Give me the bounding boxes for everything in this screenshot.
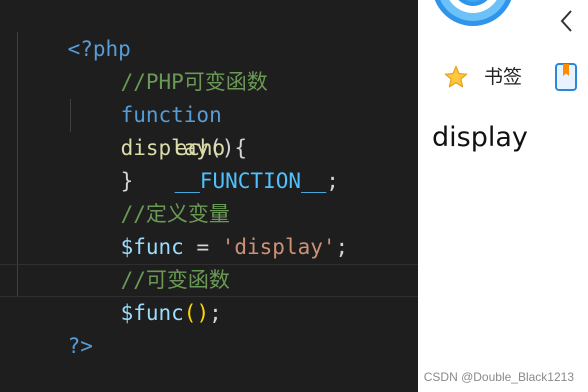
open-brace: { <box>234 136 248 160</box>
watermark: CSDN @Double_Black1213 <box>423 370 574 384</box>
chevron-left-icon[interactable] <box>558 8 576 34</box>
code-line-10: ?> <box>17 297 93 358</box>
browser-logo-icon[interactable] <box>432 0 514 30</box>
string-literal: 'display' <box>221 235 336 259</box>
code-line-6: //定义变量 <box>70 165 230 226</box>
browser-window: 书签 display <box>418 0 588 392</box>
semicolon: ; <box>326 169 339 193</box>
bookmarks-toolbar: 书签 <box>418 58 588 98</box>
code-line-2: //PHP可变函数 <box>70 33 268 94</box>
code-line-1: <?php <box>17 0 131 61</box>
bookmark-icon[interactable] <box>554 62 578 92</box>
semicolon-3: ; <box>209 301 222 325</box>
code-line-4: echo __FUNCTION__; <box>124 99 339 193</box>
semicolon-2: ; <box>335 235 349 259</box>
code-line-8: //可变函数 <box>70 231 230 292</box>
bookmarks-label[interactable]: 书签 <box>484 64 522 90</box>
code-line-7: $func = 'display'; <box>70 198 349 259</box>
code-editor[interactable]: <?php //PHP可变函数 function display(){ echo… <box>0 0 418 392</box>
echo-statement: echo <box>174 136 226 160</box>
call-variable: $func <box>120 301 184 325</box>
code-line-3: function display(){ <box>70 66 247 160</box>
page-output-text: display <box>432 122 528 153</box>
call-parens: () <box>183 301 210 325</box>
star-icon[interactable] <box>444 65 468 89</box>
code-line-5: } <box>70 132 134 193</box>
code-line-9-current[interactable]: $func(); <box>0 264 418 325</box>
php-close-tag: ?> <box>67 334 93 358</box>
